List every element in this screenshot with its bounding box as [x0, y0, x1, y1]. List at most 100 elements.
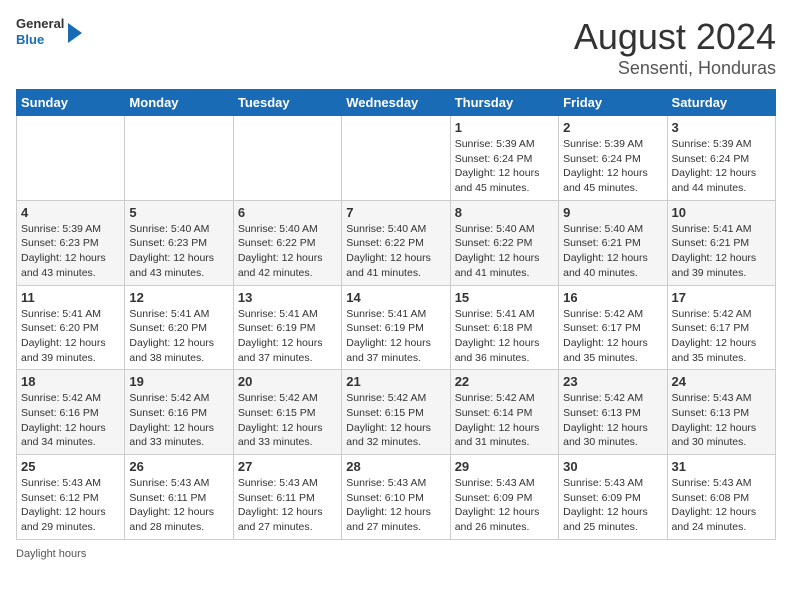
- calendar-cell: 25Sunrise: 5:43 AM Sunset: 6:12 PM Dayli…: [17, 455, 125, 540]
- day-info: Sunrise: 5:40 AM Sunset: 6:22 PM Dayligh…: [455, 222, 554, 281]
- calendar-table: SundayMondayTuesdayWednesdayThursdayFrid…: [16, 89, 776, 540]
- day-number: 9: [563, 205, 662, 220]
- day-number: 30: [563, 459, 662, 474]
- day-info: Sunrise: 5:40 AM Sunset: 6:22 PM Dayligh…: [346, 222, 445, 281]
- day-info: Sunrise: 5:39 AM Sunset: 6:23 PM Dayligh…: [21, 222, 120, 281]
- day-number: 20: [238, 374, 337, 389]
- day-info: Sunrise: 5:43 AM Sunset: 6:09 PM Dayligh…: [455, 476, 554, 535]
- calendar-day-header-thursday: Thursday: [450, 90, 558, 116]
- day-number: 28: [346, 459, 445, 474]
- day-info: Sunrise: 5:42 AM Sunset: 6:16 PM Dayligh…: [129, 391, 228, 450]
- day-number: 1: [455, 120, 554, 135]
- page-title: August 2024: [574, 16, 776, 58]
- day-info: Sunrise: 5:41 AM Sunset: 6:19 PM Dayligh…: [238, 307, 337, 366]
- calendar-cell: 15Sunrise: 5:41 AM Sunset: 6:18 PM Dayli…: [450, 285, 558, 370]
- calendar-cell: 22 Sunrise: 5:42 AM Sunset: 6:14 PM Dayli…: [450, 370, 558, 455]
- day-info: Sunrise: 5:43 AM Sunset: 6:12 PM Dayligh…: [21, 476, 120, 535]
- calendar-cell: 12Sunrise: 5:41 AM Sunset: 6:20 PM Dayli…: [125, 285, 233, 370]
- day-info: Sunrise: 5:41 AM Sunset: 6:20 PM Dayligh…: [21, 307, 120, 366]
- day-number: 2: [563, 120, 662, 135]
- day-info: Sunrise: 5:40 AM Sunset: 6:22 PM Dayligh…: [238, 222, 337, 281]
- day-info: Sunrise: 5:41 AM Sunset: 6:21 PM Dayligh…: [672, 222, 771, 281]
- day-number: 31: [672, 459, 771, 474]
- day-info: Sunrise: 5:41 AM Sunset: 6:20 PM Dayligh…: [129, 307, 228, 366]
- day-info: Sunrise: 5:42 AM Sunset: 6:17 PM Dayligh…: [672, 307, 771, 366]
- day-info: Sunrise: 5:43 AM Sunset: 6:10 PM Dayligh…: [346, 476, 445, 535]
- day-number: 8: [455, 205, 554, 220]
- page-header: General Blue August 2024 Sensenti, Hondu…: [16, 16, 776, 79]
- calendar-cell: 19Sunrise: 5:42 AM Sunset: 6:16 PM Dayli…: [125, 370, 233, 455]
- calendar-cell: 1 Sunrise: 5:39 AM Sunset: 6:24 PM Daylig…: [450, 116, 558, 201]
- day-info: Sunrise: 5:42 AM Sunset: 6:16 PM Dayligh…: [21, 391, 120, 450]
- day-number: 26: [129, 459, 228, 474]
- calendar-cell: 18 Sunrise: 5:42 AM Sunset: 6:16 PM Dayli…: [17, 370, 125, 455]
- day-number: 16: [563, 290, 662, 305]
- calendar-week-row: 25Sunrise: 5:43 AM Sunset: 6:12 PM Dayli…: [17, 455, 776, 540]
- day-number: 3: [672, 120, 771, 135]
- calendar-cell: 20Sunrise: 5:42 AM Sunset: 6:15 PM Dayli…: [233, 370, 341, 455]
- day-number: 27: [238, 459, 337, 474]
- calendar-cell: 26Sunrise: 5:43 AM Sunset: 6:11 PM Dayli…: [125, 455, 233, 540]
- calendar-cell: 21 Sunrise: 5:42 AM Sunset: 6:15 PM Dayli…: [342, 370, 450, 455]
- day-info: Sunrise: 5:42 AM Sunset: 6:15 PM Dayligh…: [346, 391, 445, 450]
- calendar-cell: 6 Sunrise: 5:40 AM Sunset: 6:22 PM Daylig…: [233, 200, 341, 285]
- calendar-cell: 30 Sunrise: 5:43 AM Sunset: 6:09 PM Dayli…: [559, 455, 667, 540]
- calendar-week-row: 4 Sunrise: 5:39 AM Sunset: 6:23 PM Daylig…: [17, 200, 776, 285]
- title-section: August 2024 Sensenti, Honduras: [574, 16, 776, 79]
- calendar-cell: [125, 116, 233, 201]
- calendar-cell: 3 Sunrise: 5:39 AM Sunset: 6:24 PM Daylig…: [667, 116, 775, 201]
- calendar-day-header-wednesday: Wednesday: [342, 90, 450, 116]
- calendar-day-header-monday: Monday: [125, 90, 233, 116]
- day-info: Sunrise: 5:43 AM Sunset: 6:11 PM Dayligh…: [238, 476, 337, 535]
- calendar-day-header-friday: Friday: [559, 90, 667, 116]
- day-number: 6: [238, 205, 337, 220]
- calendar-cell: 29 Sunrise: 5:43 AM Sunset: 6:09 PM Dayli…: [450, 455, 558, 540]
- day-info: Sunrise: 5:39 AM Sunset: 6:24 PM Dayligh…: [672, 137, 771, 196]
- day-number: 7: [346, 205, 445, 220]
- calendar-cell: 9Sunrise: 5:40 AM Sunset: 6:21 PM Daylig…: [559, 200, 667, 285]
- calendar-cell: [17, 116, 125, 201]
- day-info: Sunrise: 5:41 AM Sunset: 6:19 PM Dayligh…: [346, 307, 445, 366]
- day-number: 29: [455, 459, 554, 474]
- day-number: 21: [346, 374, 445, 389]
- day-number: 13: [238, 290, 337, 305]
- day-info: Sunrise: 5:43 AM Sunset: 6:13 PM Dayligh…: [672, 391, 771, 450]
- calendar-cell: 17Sunrise: 5:42 AM Sunset: 6:17 PM Dayli…: [667, 285, 775, 370]
- calendar-day-header-sunday: Sunday: [17, 90, 125, 116]
- day-number: 4: [21, 205, 120, 220]
- day-number: 5: [129, 205, 228, 220]
- day-number: 14: [346, 290, 445, 305]
- calendar-cell: 10 Sunrise: 5:41 AM Sunset: 6:21 PM Dayli…: [667, 200, 775, 285]
- day-info: Sunrise: 5:43 AM Sunset: 6:09 PM Dayligh…: [563, 476, 662, 535]
- day-number: 23: [563, 374, 662, 389]
- day-info: Sunrise: 5:43 AM Sunset: 6:08 PM Dayligh…: [672, 476, 771, 535]
- day-number: 10: [672, 205, 771, 220]
- calendar-cell: 14 Sunrise: 5:41 AM Sunset: 6:19 PM Dayli…: [342, 285, 450, 370]
- calendar-cell: 13 Sunrise: 5:41 AM Sunset: 6:19 PM Dayli…: [233, 285, 341, 370]
- day-number: 15: [455, 290, 554, 305]
- calendar-cell: 31 Sunrise: 5:43 AM Sunset: 6:08 PM Dayli…: [667, 455, 775, 540]
- calendar-cell: 16 Sunrise: 5:42 AM Sunset: 6:17 PM Dayli…: [559, 285, 667, 370]
- calendar-cell: 7 Sunrise: 5:40 AM Sunset: 6:22 PM Daylig…: [342, 200, 450, 285]
- logo-blue: Blue: [16, 32, 64, 48]
- calendar-cell: 5Sunrise: 5:40 AM Sunset: 6:23 PM Daylig…: [125, 200, 233, 285]
- calendar-cell: 4 Sunrise: 5:39 AM Sunset: 6:23 PM Daylig…: [17, 200, 125, 285]
- calendar-week-row: 18 Sunrise: 5:42 AM Sunset: 6:16 PM Dayli…: [17, 370, 776, 455]
- page-subtitle: Sensenti, Honduras: [574, 58, 776, 79]
- day-info: Sunrise: 5:39 AM Sunset: 6:24 PM Dayligh…: [455, 137, 554, 196]
- calendar-cell: 8 Sunrise: 5:40 AM Sunset: 6:22 PM Daylig…: [450, 200, 558, 285]
- calendar-week-row: 11Sunrise: 5:41 AM Sunset: 6:20 PM Dayli…: [17, 285, 776, 370]
- day-info: Sunrise: 5:42 AM Sunset: 6:14 PM Dayligh…: [455, 391, 554, 450]
- calendar-header-row: SundayMondayTuesdayWednesdayThursdayFrid…: [17, 90, 776, 116]
- day-number: 18: [21, 374, 120, 389]
- day-info: Sunrise: 5:39 AM Sunset: 6:24 PM Dayligh…: [563, 137, 662, 196]
- logo-arrow-icon: [68, 23, 82, 43]
- day-info: Sunrise: 5:42 AM Sunset: 6:17 PM Dayligh…: [563, 307, 662, 366]
- day-number: 22: [455, 374, 554, 389]
- calendar-cell: 23 Sunrise: 5:42 AM Sunset: 6:13 PM Dayli…: [559, 370, 667, 455]
- calendar-week-row: 1 Sunrise: 5:39 AM Sunset: 6:24 PM Daylig…: [17, 116, 776, 201]
- calendar-cell: 27 Sunrise: 5:43 AM Sunset: 6:11 PM Dayli…: [233, 455, 341, 540]
- calendar-cell: 24Sunrise: 5:43 AM Sunset: 6:13 PM Dayli…: [667, 370, 775, 455]
- day-info: Sunrise: 5:42 AM Sunset: 6:13 PM Dayligh…: [563, 391, 662, 450]
- calendar-cell: 11Sunrise: 5:41 AM Sunset: 6:20 PM Dayli…: [17, 285, 125, 370]
